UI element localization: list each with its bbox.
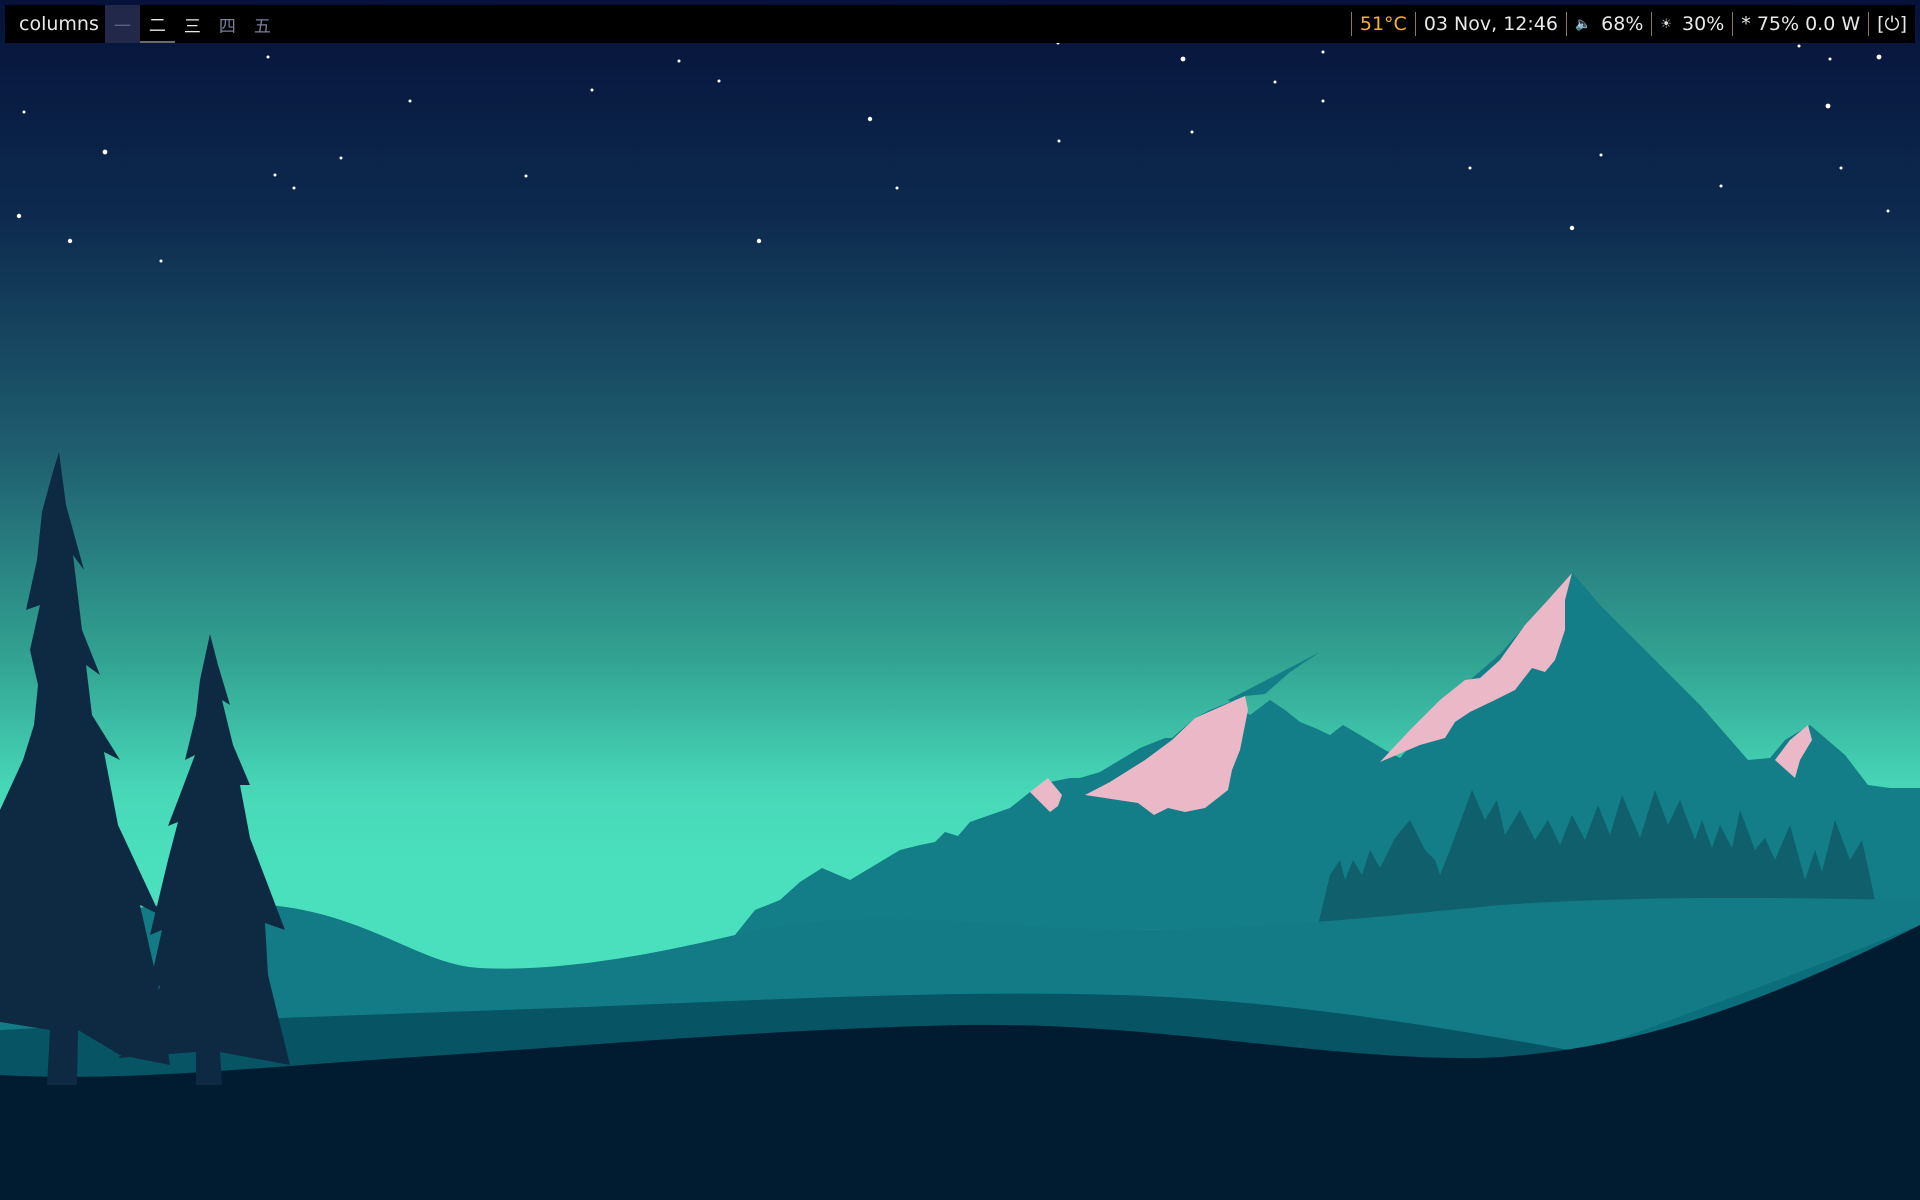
desktop: columns 一 二 三 四 五 51°C 03 Nov, 12:46 🔈 6… xyxy=(0,0,1920,1200)
wallpaper xyxy=(0,0,1920,1200)
workspace-4[interactable]: 四 xyxy=(210,5,245,43)
brightness-value: 30% xyxy=(1682,13,1725,35)
speaker-icon: 🔈 xyxy=(1574,16,1592,32)
top-bar: columns 一 二 三 四 五 51°C 03 Nov, 12:46 🔈 6… xyxy=(5,5,1915,43)
status-area: 51°C 03 Nov, 12:46 🔈 68% ☀ 30% * 75% 0.0… xyxy=(1350,5,1915,43)
battery-widget[interactable]: * 75% 0.0 W xyxy=(1733,5,1868,43)
workspace-area: columns 一 二 三 四 五 xyxy=(5,5,280,43)
layout-indicator[interactable]: columns xyxy=(5,5,105,43)
power-button[interactable]: [⏻] xyxy=(1869,5,1915,43)
brightness-widget[interactable]: ☀ 30% xyxy=(1652,5,1732,43)
temperature-widget[interactable]: 51°C xyxy=(1352,5,1415,43)
volume-widget[interactable]: 🔈 68% xyxy=(1567,5,1651,43)
workspace-3[interactable]: 三 xyxy=(175,5,210,43)
workspace-2[interactable]: 二 xyxy=(139,5,175,43)
workspace-1[interactable]: 一 xyxy=(104,5,140,43)
volume-value: 68% xyxy=(1601,13,1644,35)
sun-icon: ☀ xyxy=(1660,16,1673,32)
workspace-5[interactable]: 五 xyxy=(245,5,280,43)
clock-widget[interactable]: 03 Nov, 12:46 xyxy=(1416,5,1566,43)
